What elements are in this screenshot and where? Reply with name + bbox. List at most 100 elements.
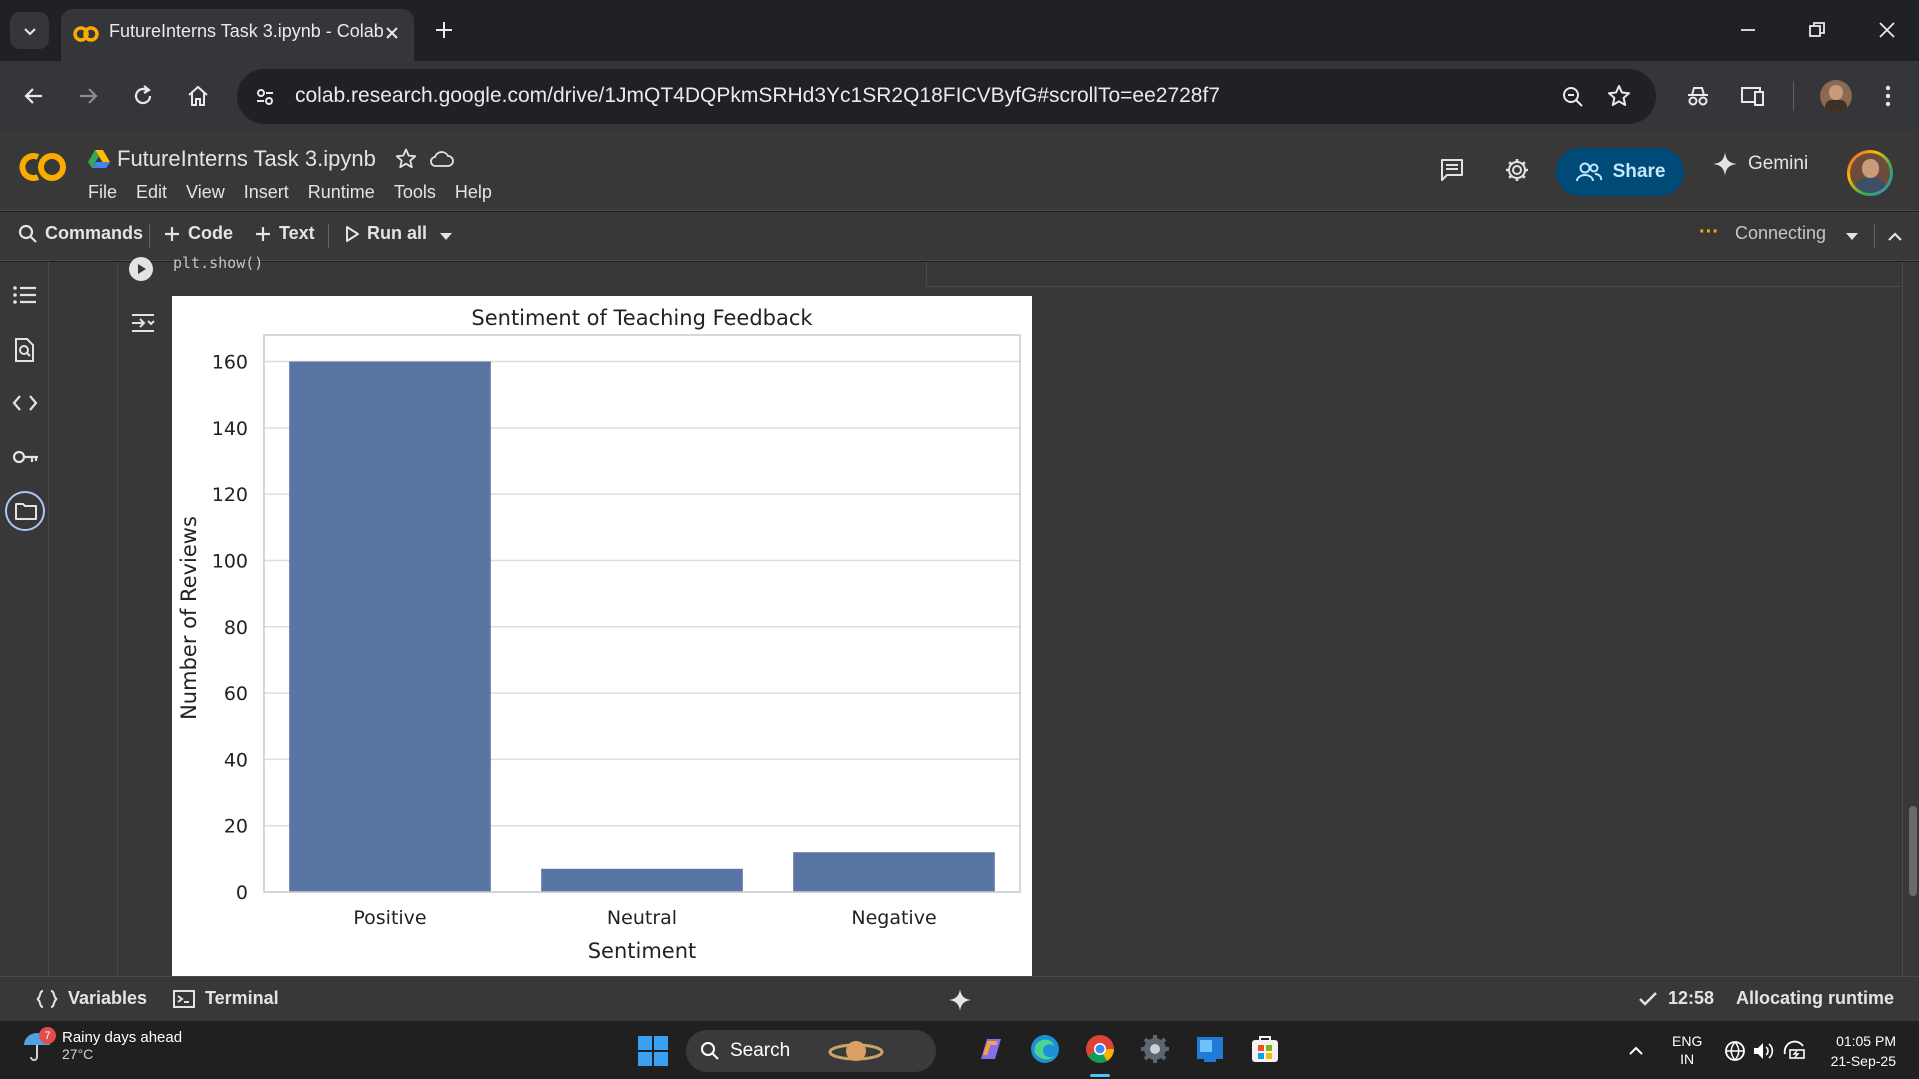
terminal-icon [173, 989, 195, 1008]
pinned-app-icon[interactable] [1194, 1033, 1226, 1065]
taskbar-search[interactable]: Search [686, 1030, 936, 1072]
settings-gear-icon[interactable] [1139, 1033, 1171, 1065]
bar-neutral [541, 868, 743, 892]
left-sidebar [0, 262, 49, 976]
volume-icon[interactable] [1752, 1040, 1776, 1062]
y-tick-label: 160 [212, 352, 248, 374]
add-text-label: Text [279, 223, 315, 243]
menu-tools[interactable]: Tools [394, 182, 436, 203]
execution-time-label: 12:58 [1668, 988, 1715, 1008]
clock-date: 21-Sep-25 [1830, 1053, 1896, 1069]
menu-help[interactable]: Help [455, 182, 492, 203]
clock-time: 01:05 PM [1836, 1033, 1896, 1049]
people-icon [1575, 162, 1602, 182]
back-arrow-icon[interactable] [21, 83, 47, 109]
reload-icon[interactable] [130, 83, 156, 109]
address-bar[interactable]: colab.research.google.com/drive/1JmQT4DQ… [237, 69, 1656, 124]
run-all-button[interactable]: Run all [344, 223, 427, 244]
menu-runtime[interactable]: Runtime [308, 182, 375, 203]
chart-title: Sentiment of Teaching Feedback [471, 306, 813, 330]
restore-icon[interactable] [1805, 18, 1829, 42]
chrome-browser-icon[interactable] [1084, 1033, 1116, 1065]
chevron-up-icon[interactable] [1626, 1041, 1646, 1061]
forward-arrow-icon[interactable] [75, 83, 101, 109]
add-text-button[interactable]: Text [254, 223, 315, 244]
tab-search-button[interactable] [10, 12, 49, 49]
gemini-button[interactable]: Gemini [1712, 151, 1808, 177]
files-button-active[interactable] [5, 491, 45, 531]
gear-icon[interactable] [1503, 156, 1531, 184]
toolbar-divider [1793, 81, 1794, 111]
weather-temp: 27°C [62, 1046, 94, 1062]
execution-time[interactable]: 12:58 [1638, 988, 1714, 1009]
tune-icon [257, 89, 273, 105]
output-actions-icon[interactable] [130, 312, 156, 334]
network-globe-icon[interactable] [1724, 1040, 1748, 1062]
menu-insert[interactable]: Insert [244, 182, 289, 203]
account-avatar[interactable] [1847, 150, 1893, 196]
bar-positive [289, 361, 491, 892]
toolbar-separator [328, 224, 329, 248]
run-cell-button[interactable] [128, 256, 154, 282]
close-icon[interactable] [382, 23, 402, 43]
window-close-icon[interactable] [1875, 18, 1899, 42]
gemini-sparkle-icon[interactable] [948, 988, 972, 1012]
tab-title: FutureInterns Task 3.ipynb - Colab [109, 21, 384, 41]
connecting-dots: ··· [1699, 221, 1719, 243]
runtime-status[interactable]: Allocating runtime [1736, 988, 1894, 1009]
windows-start-icon[interactable] [638, 1036, 668, 1066]
x-tick-label: Neutral [607, 907, 677, 929]
cloud-saved-icon[interactable] [429, 147, 455, 171]
kebab-menu-icon[interactable] [1875, 83, 1901, 109]
code-snippets-icon[interactable] [12, 392, 38, 414]
colab-logo[interactable] [16, 149, 68, 185]
code-line[interactable]: plt.show() [173, 254, 263, 272]
notebook-toolbar: Commands Code Text Run all ··· Connectin… [0, 212, 1919, 261]
y-tick-label: 0 [236, 882, 248, 904]
microsoft-store-icon[interactable] [1249, 1033, 1281, 1065]
menu-view[interactable]: View [186, 182, 225, 203]
minimize-icon[interactable] [1736, 18, 1760, 42]
find-in-page-icon[interactable] [12, 337, 36, 363]
cell-divider [926, 262, 927, 286]
scrollbar-thumb[interactable] [1909, 806, 1917, 896]
edge-browser-icon[interactable] [1029, 1033, 1061, 1065]
menu-file[interactable]: File [88, 182, 117, 203]
y-axis-label: Number of Reviews [177, 516, 201, 720]
toolbar-separator [1874, 224, 1875, 248]
copilot-icon[interactable] [975, 1033, 1007, 1065]
incognito-extension-icon[interactable] [1684, 83, 1712, 109]
browser-tab-active[interactable]: FutureInterns Task 3.ipynb - Colab [61, 9, 414, 61]
share-button[interactable]: Share [1556, 148, 1684, 196]
terminal-button[interactable]: Terminal [173, 988, 279, 1009]
star-icon[interactable] [394, 147, 418, 171]
cast-devices-icon[interactable] [1738, 83, 1766, 109]
language-indicator[interactable]: ENG IN [1672, 1032, 1702, 1068]
connect-dropdown-icon[interactable] [1845, 232, 1859, 242]
run-all-dropdown-icon[interactable] [439, 232, 453, 242]
variables-button[interactable]: Variables [36, 988, 147, 1009]
add-code-button[interactable]: Code [163, 223, 233, 244]
menu-edit[interactable]: Edit [136, 182, 167, 203]
notebook-title[interactable]: FutureInterns Task 3.ipynb [117, 146, 376, 172]
key-icon[interactable] [12, 447, 40, 467]
system-clock[interactable]: 01:05 PM 21-Sep-25 [1823, 1031, 1896, 1071]
bookmark-star-icon[interactable] [1606, 83, 1632, 109]
battery-charging-icon[interactable] [1782, 1040, 1808, 1062]
browser-tab-strip: FutureInterns Task 3.ipynb - Colab [0, 0, 1919, 61]
zoom-icon[interactable] [1560, 84, 1586, 110]
new-tab-plus-icon[interactable] [432, 18, 456, 42]
connecting-label: Connecting [1735, 223, 1827, 243]
home-icon[interactable] [185, 83, 211, 109]
google-drive-icon[interactable] [88, 149, 110, 169]
comments-icon[interactable] [1438, 156, 1466, 184]
connect-button[interactable]: Connecting [1735, 223, 1826, 244]
collapse-header-icon[interactable] [1885, 227, 1905, 247]
site-info-button[interactable] [249, 81, 281, 113]
commands-button[interactable]: Commands [18, 223, 143, 244]
table-of-contents-icon[interactable] [12, 283, 38, 307]
profile-avatar[interactable] [1820, 80, 1852, 112]
checkmark-icon [1639, 991, 1657, 1006]
y-tick-label: 40 [224, 749, 248, 771]
search-icon [18, 224, 37, 243]
